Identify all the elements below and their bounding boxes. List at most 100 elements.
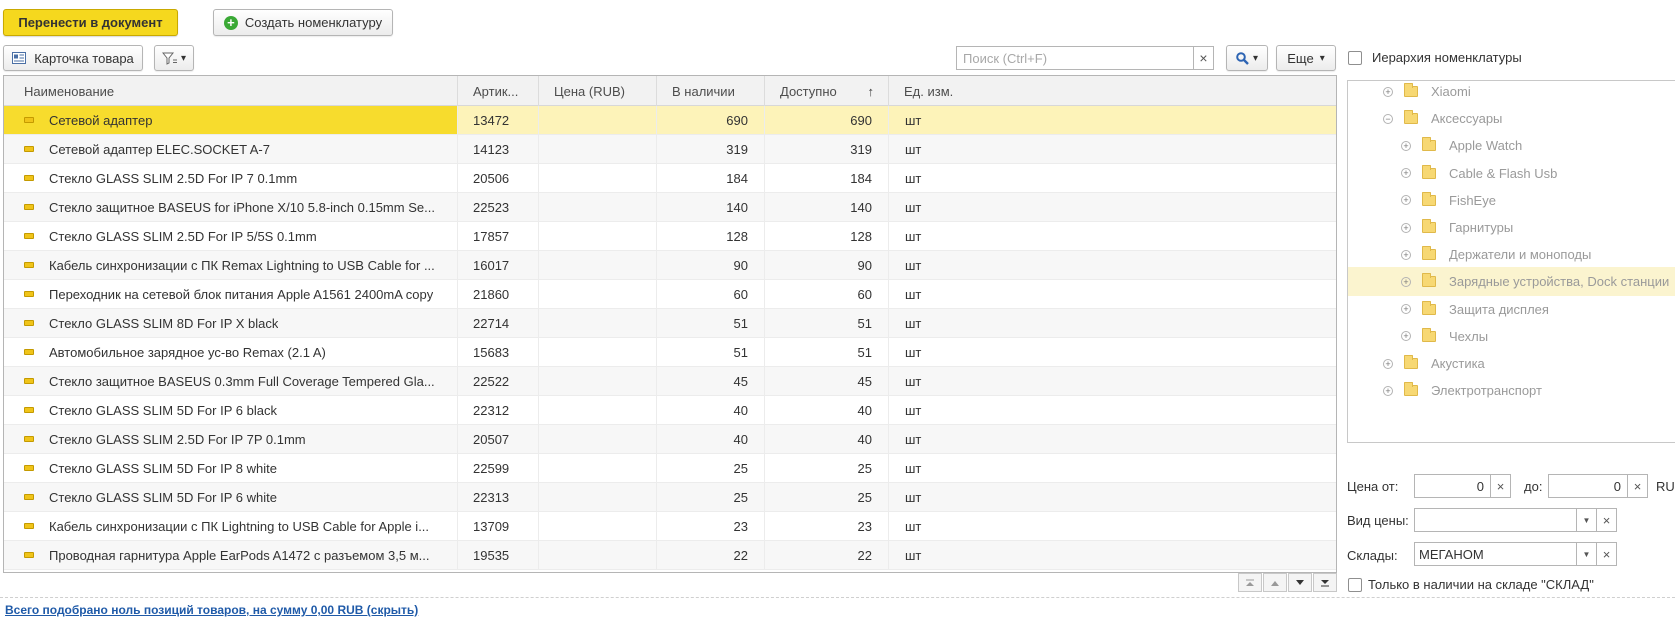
scroll-to-bottom-button[interactable] xyxy=(1313,573,1337,592)
expand-icon[interactable]: + xyxy=(1401,195,1411,206)
table-row[interactable]: Стекло GLASS SLIM 5D For IP 6 white 22313… xyxy=(4,483,1336,512)
expand-icon[interactable]: + xyxy=(1383,358,1393,369)
cell-stock: 184 xyxy=(657,164,765,192)
tree-item[interactable]: + Apple Watch xyxy=(1348,131,1675,160)
cell-name: Стекло GLASS SLIM 2.5D For IP 7P 0.1mm xyxy=(4,425,458,453)
more-button[interactable]: Еще ▾ xyxy=(1276,45,1336,71)
clear-price-to-icon[interactable]: × xyxy=(1627,474,1648,498)
product-card-label: Карточка товара xyxy=(34,50,134,66)
transfer-to-document-button[interactable]: Перенести в документ xyxy=(3,9,178,36)
cell-available: 184 xyxy=(765,164,889,192)
scroll-top-icon xyxy=(1246,579,1254,586)
table-row[interactable]: Автомобильное зарядное ус-во Remax (2.1 … xyxy=(4,338,1336,367)
table-row[interactable]: Переходник на сетевой блок питания Apple… xyxy=(4,280,1336,309)
tree-item[interactable]: + Зарядные устройства, Dock станции xyxy=(1348,267,1675,297)
tree-item[interactable]: + Держатели и моноподы xyxy=(1348,240,1675,269)
tree-item[interactable]: + Защита дисплея xyxy=(1348,295,1675,324)
tree-item[interactable]: + Электротранспорт xyxy=(1348,376,1675,405)
clear-warehouse-icon[interactable]: × xyxy=(1596,542,1617,566)
tree-item[interactable]: + Чехлы xyxy=(1348,322,1675,351)
scroll-to-top-button[interactable] xyxy=(1238,573,1262,592)
column-header-price[interactable]: Цена (RUB) xyxy=(539,76,657,106)
clear-search-icon[interactable]: × xyxy=(1193,46,1214,70)
table-row[interactable]: Стекло GLASS SLIM 2.5D For IP 5/5S 0.1mm… xyxy=(4,222,1336,251)
price-to-input[interactable]: 0 xyxy=(1548,474,1628,498)
table-row[interactable]: Стекло защитное BASEUS for iPhone X/10 5… xyxy=(4,193,1336,222)
column-header-available[interactable]: Доступно ↑ xyxy=(765,76,889,106)
cell-price xyxy=(539,338,657,366)
warehouse-select[interactable]: МЕГАНОМ xyxy=(1414,542,1577,566)
cell-name: Стекло GLASS SLIM 5D For IP 6 black xyxy=(4,396,458,424)
table-row[interactable]: Стекло GLASS SLIM 5D For IP 8 white 22599… xyxy=(4,454,1336,483)
table-row[interactable]: Стекло защитное BASEUS 0.3mm Full Covera… xyxy=(4,367,1336,396)
expand-icon[interactable]: + xyxy=(1401,249,1411,260)
product-card-button[interactable]: Карточка товара xyxy=(3,45,143,71)
tree-item[interactable]: + Cable & Flash Usb xyxy=(1348,159,1675,188)
expand-icon[interactable]: + xyxy=(1383,385,1393,396)
scroll-up-button[interactable] xyxy=(1263,573,1287,592)
price-from-input[interactable]: 0 xyxy=(1414,474,1491,498)
clear-price-from-icon[interactable]: × xyxy=(1490,474,1511,498)
table-row[interactable]: Проводная гарнитура Apple EarPods A1472 … xyxy=(4,541,1336,570)
cell-name: Переходник на сетевой блок питания Apple… xyxy=(4,280,458,308)
expand-icon[interactable]: + xyxy=(1401,222,1411,233)
price-type-select[interactable] xyxy=(1414,508,1577,532)
expand-icon[interactable]: + xyxy=(1401,140,1411,151)
expand-icon[interactable]: + xyxy=(1401,304,1411,315)
folder-icon xyxy=(1422,327,1436,342)
folder-icon xyxy=(1422,300,1436,315)
cell-name: Стекло защитное BASEUS 0.3mm Full Covera… xyxy=(4,367,458,395)
tree-item[interactable]: + FishEye xyxy=(1348,186,1675,215)
cell-name: Сетевой адаптер ELEC.SOCKET A-7 xyxy=(4,135,458,163)
expand-icon[interactable]: + xyxy=(1401,276,1411,287)
product-item-icon xyxy=(24,523,34,529)
filter-button[interactable]: ▾ xyxy=(154,45,194,71)
cell-available: 25 xyxy=(765,454,889,482)
create-nomenclature-button[interactable]: + Создать номенклатуру xyxy=(213,9,393,36)
only-in-stock-checkbox[interactable] xyxy=(1348,578,1362,592)
scroll-down-button[interactable] xyxy=(1288,573,1312,592)
product-item-icon xyxy=(24,146,34,152)
table-row[interactable]: Сетевой адаптер 13472 690 690 шт xyxy=(4,106,1336,135)
table-row[interactable]: Стекло GLASS SLIM 5D For IP 6 black 22312… xyxy=(4,396,1336,425)
column-header-unit[interactable]: Ед. изм. xyxy=(889,76,1336,106)
product-item-icon xyxy=(24,552,34,558)
cell-stock: 25 xyxy=(657,454,765,482)
table-row[interactable]: Кабель синхронизации с ПК Lightning to U… xyxy=(4,512,1336,541)
cell-stock: 690 xyxy=(657,106,765,134)
expand-icon[interactable]: + xyxy=(1383,86,1393,97)
hierarchy-checkbox[interactable] xyxy=(1348,51,1362,65)
table-row[interactable]: Стекло GLASS SLIM 2.5D For IP 7 0.1mm 205… xyxy=(4,164,1336,193)
cell-price xyxy=(539,512,657,540)
nomenclature-tree: + Xiaomi − Аксессуары + Apple Watch + Cable & F… xyxy=(1347,80,1675,443)
tree-item[interactable]: + Гарнитуры xyxy=(1348,213,1675,242)
tree-item[interactable]: − Аксессуары xyxy=(1348,104,1675,133)
table-row[interactable]: Кабель синхронизации с ПК Remax Lightnin… xyxy=(4,251,1336,280)
product-item-icon xyxy=(24,233,34,239)
expand-icon[interactable]: + xyxy=(1401,168,1411,179)
search-input[interactable]: Поиск (Ctrl+F) xyxy=(956,46,1213,70)
search-button[interactable]: ▾ xyxy=(1226,45,1268,71)
column-header-article[interactable]: Артик... xyxy=(458,76,539,106)
cell-available: 140 xyxy=(765,193,889,221)
cell-name: Сетевой адаптер xyxy=(4,106,458,134)
price-type-dropdown-icon[interactable]: ▼ xyxy=(1576,508,1597,532)
cell-unit: шт xyxy=(905,315,922,331)
table-row[interactable]: Сетевой адаптер ELEC.SOCKET A-7 14123 319 3… xyxy=(4,135,1336,164)
table-row[interactable]: Стекло GLASS SLIM 8D For IP X black 22714… xyxy=(4,309,1336,338)
expand-icon[interactable]: + xyxy=(1401,331,1411,342)
warehouse-dropdown-icon[interactable]: ▼ xyxy=(1576,542,1597,566)
table-row[interactable]: Стекло GLASS SLIM 2.5D For IP 7P 0.1mm 20… xyxy=(4,425,1336,454)
search-icon xyxy=(1236,51,1249,65)
cell-unit: шт xyxy=(905,257,922,273)
collapse-icon[interactable]: − xyxy=(1383,113,1393,124)
cell-stock: 40 xyxy=(657,425,765,453)
clear-price-type-icon[interactable]: × xyxy=(1596,508,1617,532)
cell-article: 20506 xyxy=(458,164,539,192)
product-item-icon xyxy=(24,349,34,355)
tree-item[interactable]: + Акустика xyxy=(1348,349,1675,378)
column-header-stock[interactable]: В наличии xyxy=(657,76,765,106)
column-header-name[interactable]: Наименование xyxy=(4,76,458,106)
folder-icon xyxy=(1422,246,1436,261)
tree-item[interactable]: + Xiaomi xyxy=(1348,81,1675,106)
